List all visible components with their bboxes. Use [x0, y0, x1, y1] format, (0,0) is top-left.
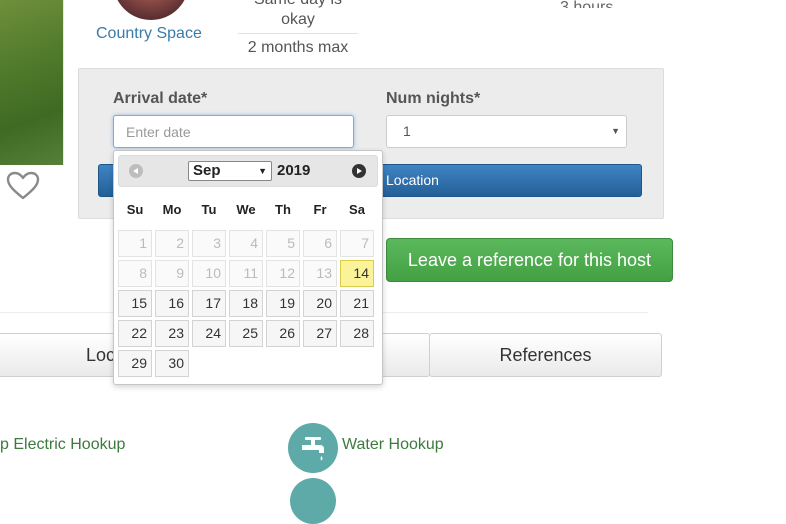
calendar-day[interactable]: 17	[192, 290, 226, 317]
leave-reference-button[interactable]: Leave a reference for this host	[386, 238, 673, 282]
response-time: 3 hours	[560, 0, 613, 8]
calendar-day: 2	[155, 230, 189, 257]
calendar-day: 3	[192, 230, 226, 257]
arrival-date-label: Arrival date*	[113, 90, 208, 107]
calendar-day[interactable]: 21	[340, 290, 374, 317]
month-select[interactable]: Sep ▼	[188, 161, 272, 181]
calendar-day-today[interactable]: 14	[340, 260, 374, 287]
calendar-day[interactable]: 28	[340, 320, 374, 347]
weekday-header: Mo	[162, 202, 182, 217]
location-button-label: Location	[386, 172, 439, 188]
calendar-day[interactable]: 19	[266, 290, 300, 317]
same-day-text: Same day is okay	[254, 0, 342, 28]
weekday-header: Tu	[201, 202, 217, 217]
tab-references[interactable]: References	[429, 333, 662, 377]
calendar-day: 8	[118, 260, 152, 287]
host-name-link[interactable]: Country Space	[96, 25, 202, 43]
calendar-day: 13	[303, 260, 337, 287]
next-month-icon[interactable]	[352, 164, 366, 178]
amenity-electric-hookup: p Electric Hookup	[0, 436, 126, 453]
weekday-header: Fr	[313, 202, 327, 217]
listing-photo[interactable]	[0, 0, 63, 165]
month-value: Sep	[193, 162, 221, 179]
weekday-header: Th	[275, 202, 291, 217]
calendar-day[interactable]: 22	[118, 320, 152, 347]
weekday-header: We	[236, 202, 256, 217]
calendar-day: 9	[155, 260, 189, 287]
host-avatar[interactable]	[113, 0, 189, 20]
calendar-day[interactable]: 18	[229, 290, 263, 317]
weekday-header: Sa	[349, 202, 365, 217]
year-label: 2019	[277, 162, 311, 179]
chevron-down-icon: ▼	[611, 126, 620, 136]
water-faucet-icon	[288, 423, 338, 473]
calendar-day[interactable]: 29	[118, 350, 152, 377]
amenity-water-hookup: Water Hookup	[342, 436, 444, 453]
num-nights-value: 1	[403, 123, 411, 139]
calendar-day[interactable]: 24	[192, 320, 226, 347]
calendar-day[interactable]: 27	[303, 320, 337, 347]
num-nights-select[interactable]: 1 ▼	[386, 115, 627, 148]
same-day-note: Same day is okay	[238, 0, 358, 30]
calendar-day: 5	[266, 230, 300, 257]
calendar-day[interactable]: 15	[118, 290, 152, 317]
chevron-down-icon: ▼	[258, 166, 267, 176]
calendar-day[interactable]: 20	[303, 290, 337, 317]
favorite-heart-icon[interactable]	[6, 171, 40, 201]
arrival-date-input[interactable]	[113, 115, 354, 148]
calendar-day[interactable]: 25	[229, 320, 263, 347]
calendar-day: 12	[266, 260, 300, 287]
calendar-day[interactable]: 16	[155, 290, 189, 317]
datepicker-header: Sep ▼ 2019	[118, 155, 378, 187]
calendar-day[interactable]: 23	[155, 320, 189, 347]
num-nights-label: Num nights*	[386, 90, 481, 107]
calendar-day: 11	[229, 260, 263, 287]
calendar-day: 4	[229, 230, 263, 257]
datepicker-popup: Sep ▼ 2019 Su Mo Tu We Th Fr Sa 1 2 3 4 5 6 7 8 9 10 11 12…	[113, 150, 383, 385]
weekday-header: Su	[126, 202, 144, 217]
prev-month-icon[interactable]	[129, 164, 143, 178]
calendar-day: 6	[303, 230, 337, 257]
calendar-day: 7	[340, 230, 374, 257]
calendar-day: 10	[192, 260, 226, 287]
calendar-day[interactable]: 26	[266, 320, 300, 347]
calendar-day[interactable]: 30	[155, 350, 189, 377]
calendar-day: 1	[118, 230, 152, 257]
max-stay-note: 2 months max	[238, 33, 358, 62]
